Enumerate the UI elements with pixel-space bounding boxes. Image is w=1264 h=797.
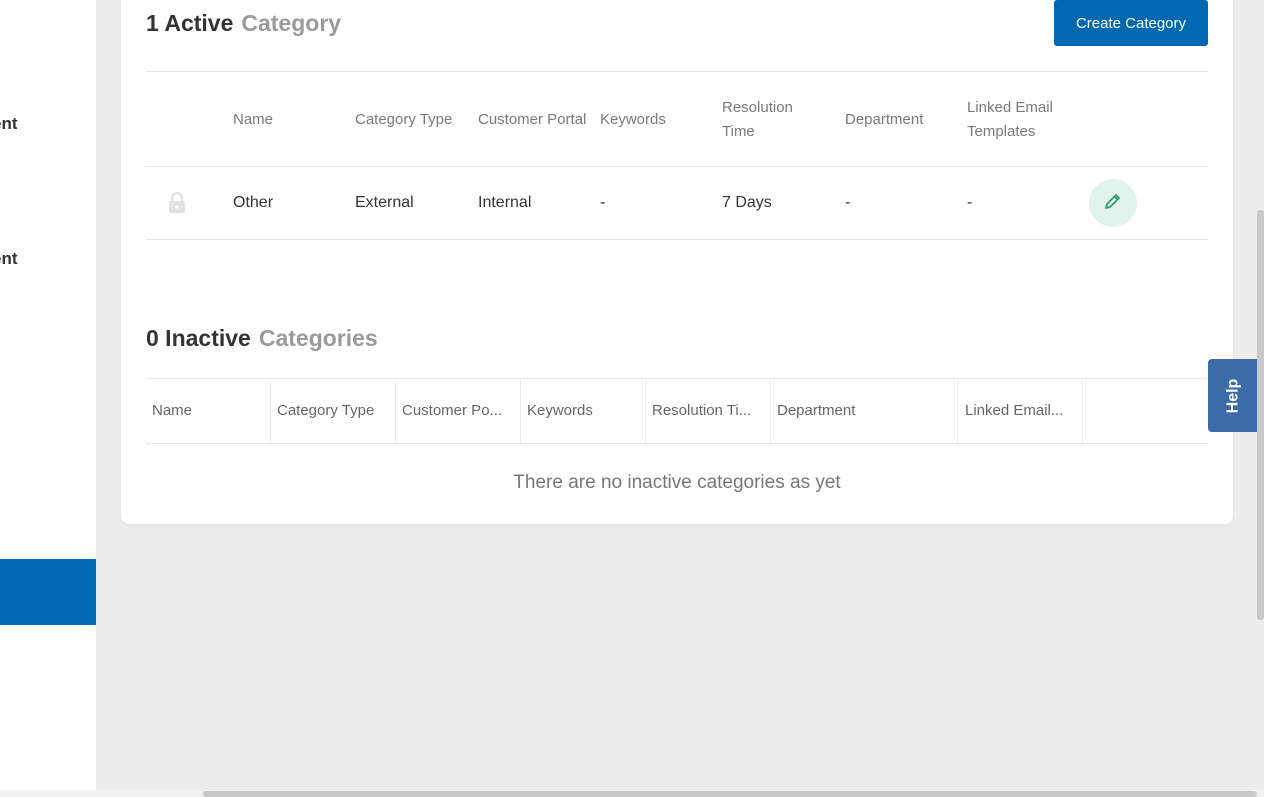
sidebar: ent t ent xyxy=(0,0,96,790)
cell-resolution-time: 7 Days xyxy=(722,194,772,211)
inactive-col-linked-email[interactable]: Linked Email... xyxy=(958,379,1083,443)
empty-state-message: There are no inactive categories as yet xyxy=(513,472,841,493)
help-label: Help xyxy=(1223,378,1241,413)
sidebar-item-label: ent xyxy=(0,249,18,268)
lock-icon xyxy=(167,191,187,215)
divider xyxy=(146,71,1208,72)
active-count: 1 Active xyxy=(146,10,234,36)
create-category-button[interactable]: Create Category xyxy=(1054,0,1208,46)
col-header-department[interactable]: Department xyxy=(845,108,923,132)
sidebar-item-label: ent xyxy=(0,114,18,133)
inactive-col-name[interactable]: Name xyxy=(146,379,271,443)
cell-name: Other xyxy=(233,194,274,211)
inactive-col-category-type[interactable]: Category Type xyxy=(271,379,396,443)
sidebar-item-active[interactable] xyxy=(0,559,96,625)
help-button[interactable]: Help xyxy=(1208,359,1258,432)
categories-card: 1 Active Category Create Category Name Ca… xyxy=(121,0,1233,524)
inactive-categories-title: 0 Inactive Categories xyxy=(146,325,378,352)
inactive-col-resolution-time[interactable]: Resolution Ti... xyxy=(646,379,771,443)
sidebar-item-2[interactable]: t xyxy=(0,181,6,201)
inactive-col-department[interactable]: Department xyxy=(771,379,958,443)
col-header-resolution-time[interactable]: Resolution Time xyxy=(722,96,812,144)
inactive-count: 0 Inactive xyxy=(146,325,251,351)
active-categories-title: 1 Active Category xyxy=(146,10,341,37)
inactive-col-keywords[interactable]: Keywords xyxy=(521,379,646,443)
vertical-scrollbar[interactable] xyxy=(1257,210,1264,620)
edit-button[interactable] xyxy=(1089,179,1137,227)
pencil-icon xyxy=(1103,191,1123,216)
cell-keywords: - xyxy=(600,194,606,211)
col-header-category-type[interactable]: Category Type xyxy=(355,108,452,132)
sidebar-item-3[interactable]: ent xyxy=(0,249,26,269)
divider xyxy=(146,239,1208,240)
inactive-table: Name Category Type Customer Po... Keywor… xyxy=(146,378,1208,524)
cell-customer-portal: Internal xyxy=(478,194,532,211)
inactive-table-header: Name Category Type Customer Po... Keywor… xyxy=(146,378,1208,444)
sidebar-item-1[interactable]: ent xyxy=(0,114,26,134)
cell-linked-email: - xyxy=(967,194,973,211)
active-noun: Category xyxy=(241,10,342,36)
inactive-col-customer-portal[interactable]: Customer Po... xyxy=(396,379,521,443)
col-header-name[interactable]: Name xyxy=(233,108,273,132)
horizontal-scrollbar[interactable] xyxy=(203,791,1257,797)
col-header-linked-email-templates[interactable]: Linked Email Templates xyxy=(967,96,1067,144)
cell-category-type: External xyxy=(355,194,414,211)
col-header-customer-portal[interactable]: Customer Portal xyxy=(478,108,586,132)
divider xyxy=(146,166,1208,167)
inactive-noun: Categories xyxy=(258,325,378,351)
cell-department: - xyxy=(845,194,851,211)
col-header-keywords[interactable]: Keywords xyxy=(600,108,666,132)
